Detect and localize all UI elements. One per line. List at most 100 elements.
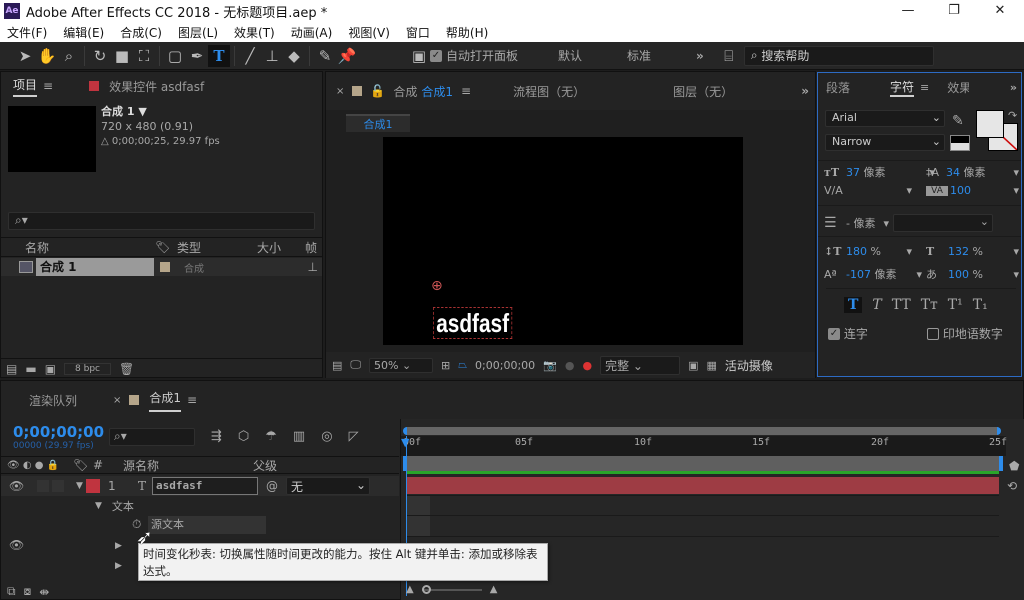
layer-switches-icon[interactable]: ⧉: [7, 584, 16, 599]
faux-italic-button[interactable]: T: [872, 297, 881, 313]
layer-name[interactable]: asdfasf: [152, 477, 258, 495]
faux-bold-button[interactable]: T: [844, 297, 863, 313]
menu-item[interactable]: 图层(L): [171, 24, 227, 41]
in-out-icon[interactable]: ⇼: [39, 585, 49, 599]
comp-canvas[interactable]: ⊕ asdfasf: [383, 137, 743, 345]
baseline-shift-value[interactable]: -107: [846, 268, 871, 281]
region-icon[interactable]: ⊞: [441, 359, 450, 372]
tab-effect-controls[interactable]: 效果控件 asdfasf: [109, 78, 204, 95]
workspace-more-icon[interactable]: »: [696, 49, 704, 63]
tab-render-queue[interactable]: 渲染队列: [29, 392, 77, 409]
camera-select[interactable]: 活动摄像: [725, 357, 773, 374]
menu-item[interactable]: 帮助(H): [439, 24, 497, 41]
resolution-select[interactable]: 完整 ⌄: [600, 355, 681, 375]
transparency-grid-icon[interactable]: ⏢: [458, 358, 467, 372]
comp-name[interactable]: 合成 1 ▼: [101, 104, 220, 119]
more-icon[interactable]: »: [1010, 81, 1017, 94]
canvas-text-layer[interactable]: asdfasf: [433, 307, 513, 339]
superscript-button[interactable]: T¹: [948, 297, 963, 313]
puppet-pin-icon[interactable]: 📌: [336, 45, 358, 67]
ligatures-checkbox[interactable]: ✓: [828, 327, 840, 340]
always-preview-icon[interactable]: ▤: [332, 359, 342, 372]
brush-icon[interactable]: ╱: [239, 45, 261, 67]
anchor-point-icon[interactable]: ⊕: [431, 278, 443, 294]
tab-comp-label[interactable]: 合成: [393, 83, 417, 100]
horizontal-scale-value[interactable]: 132: [948, 245, 969, 258]
menu-item[interactable]: 文件(F): [0, 24, 56, 41]
hand-icon[interactable]: ✋: [36, 45, 58, 67]
swap-colors-icon[interactable]: ↷: [1008, 109, 1017, 122]
expand-icon[interactable]: ▶: [115, 541, 122, 551]
expand-icon[interactable]: ▼: [76, 481, 86, 491]
col-parent[interactable]: 父级: [253, 457, 277, 474]
frame-blending-icon[interactable]: ▥: [293, 429, 305, 444]
trash-icon[interactable]: 🗑: [119, 362, 134, 376]
zoom-select[interactable]: 50% ⌄: [369, 357, 434, 373]
pickwhip-icon[interactable]: @: [266, 479, 278, 493]
pen-icon[interactable]: ✒: [186, 45, 208, 67]
snapshot-icon[interactable]: 📷: [543, 359, 557, 372]
layer-row[interactable]: 👁 ▼ 1 T asdfasf @ 无 ⌄: [1, 476, 399, 496]
eraser-icon[interactable]: ◆: [283, 45, 305, 67]
vertical-scale-value[interactable]: 180: [846, 245, 867, 258]
all-caps-button[interactable]: TT: [892, 297, 911, 313]
source-text-property[interactable]: 源文本: [148, 516, 266, 534]
workspace-default[interactable]: 默认: [558, 47, 582, 64]
menu-item[interactable]: 视图(V): [341, 24, 399, 41]
fill-color-swatch[interactable]: [976, 110, 1004, 138]
comp-mini-flowchart-icon[interactable]: ⇶: [211, 429, 222, 444]
search-help-input[interactable]: ⌕ 搜索帮助: [743, 45, 934, 66]
rotate-icon[interactable]: ↻: [89, 45, 111, 67]
time-navigator[interactable]: [403, 427, 1001, 435]
comp-button-icon[interactable]: ⟲: [1007, 479, 1017, 493]
auto-open-checkbox[interactable]: ✓: [430, 49, 442, 62]
project-item[interactable]: 合成 1 合成 ⊥: [1, 258, 322, 276]
font-style-select[interactable]: Narrow ⌄: [825, 134, 945, 151]
comp-marker-bin-icon[interactable]: ⬟: [1009, 459, 1019, 473]
draft-3d-icon[interactable]: ⬡: [238, 429, 249, 444]
parent-select[interactable]: 无 ⌄: [286, 477, 370, 495]
selection-icon[interactable]: ➤: [14, 45, 36, 67]
zoom-icon[interactable]: ⌕: [58, 45, 80, 67]
maximize-button[interactable]: ❐: [931, 0, 977, 22]
col-frame[interactable]: 帧: [305, 239, 317, 256]
type-icon[interactable]: T: [208, 44, 230, 67]
comp-breadcrumb[interactable]: 合成1: [346, 114, 410, 132]
menu-item[interactable]: 效果(T): [227, 24, 284, 41]
layer-label-color[interactable]: [86, 479, 100, 493]
lock-icon[interactable]: 🔓: [370, 84, 385, 98]
leading-value[interactable]: 34: [946, 166, 960, 179]
subscript-button[interactable]: T₁: [973, 297, 988, 313]
playhead-handle[interactable]: ▼: [401, 436, 409, 449]
menu-item[interactable]: 窗口: [399, 24, 439, 41]
sync-settings-icon[interactable]: ⌸: [718, 45, 740, 67]
tab-character[interactable]: 字符: [890, 78, 915, 97]
work-area-bar[interactable]: [403, 456, 1003, 471]
pan-behind-icon[interactable]: ⛶: [133, 45, 155, 67]
bpc-button[interactable]: 8 bpc: [64, 362, 111, 375]
menu-item[interactable]: 编辑(E): [56, 24, 113, 41]
workspace-standard[interactable]: 标准: [627, 47, 651, 64]
shy-icon[interactable]: ☂: [265, 429, 277, 444]
menu-item[interactable]: 合成(C): [113, 24, 171, 41]
tab-project[interactable]: 项目: [13, 76, 38, 97]
expand-text-icon[interactable]: ▼: [95, 501, 102, 511]
hindi-digits-checkbox[interactable]: [927, 327, 939, 340]
timeline-search-input[interactable]: ⌕▾: [109, 428, 195, 446]
tab-comp-name[interactable]: 合成1: [421, 83, 453, 100]
stroke-type-select[interactable]: ⌄: [893, 214, 994, 232]
tsume-value[interactable]: 100: [948, 268, 969, 281]
camera-icon[interactable]: ■: [111, 45, 133, 67]
black-white-swatch[interactable]: [950, 135, 970, 151]
close-button[interactable]: ✕: [977, 0, 1023, 22]
rectangle-icon[interactable]: ▢: [164, 45, 186, 67]
zoom-slider[interactable]: ▲ ▲: [406, 584, 497, 595]
toggle-transparency-icon[interactable]: ▦: [706, 359, 716, 372]
tracking-value[interactable]: 100: [950, 184, 971, 197]
roto-brush-icon[interactable]: ✎: [314, 45, 336, 67]
minimize-button[interactable]: —: [885, 0, 931, 22]
interpret-footage-icon[interactable]: ▤: [6, 362, 17, 376]
eye-icon[interactable]: 👁: [9, 479, 37, 493]
font-size-value[interactable]: 37: [846, 166, 860, 179]
clone-stamp-icon[interactable]: ⊥: [261, 45, 283, 67]
